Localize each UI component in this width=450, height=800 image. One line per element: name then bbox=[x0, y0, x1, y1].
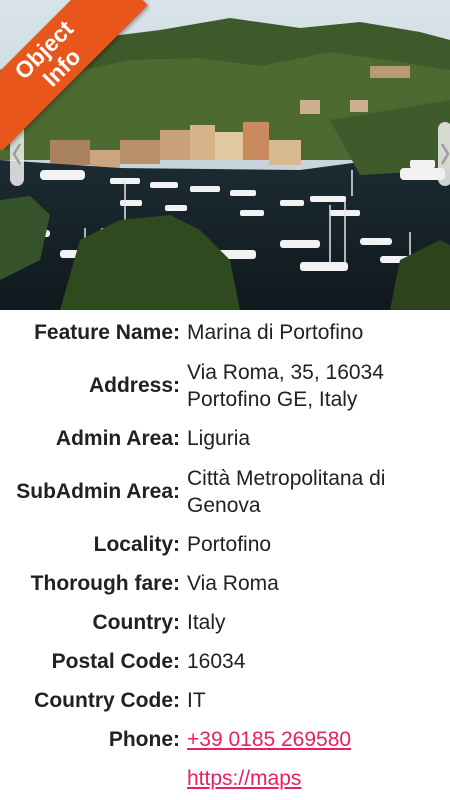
object-info-screen: Object Info Feature Name: Marina di Port… bbox=[0, 0, 450, 800]
object-info-ribbon: Object Info bbox=[0, 0, 148, 150]
row-locality: Locality: Portofino bbox=[0, 525, 450, 564]
postal-code-label: Postal Code: bbox=[51, 650, 180, 673]
country-label: Country: bbox=[92, 611, 181, 634]
row-address: Address: Via Roma, 35, 16034 Portofino G… bbox=[0, 352, 450, 419]
subadmin-area-value: Città Metropolitana di Genova bbox=[187, 466, 386, 517]
chevron-right-icon bbox=[440, 143, 450, 165]
admin-area-value: Liguria bbox=[187, 427, 251, 450]
thorough-fare-label: Thorough fare: bbox=[30, 572, 180, 595]
row-admin-area: Admin Area: Liguria bbox=[0, 419, 450, 458]
next-photo-button[interactable] bbox=[438, 122, 450, 186]
phone-label: Phone: bbox=[108, 728, 180, 751]
country-value: Italy bbox=[187, 611, 226, 634]
hero-photo[interactable]: Object Info bbox=[0, 0, 450, 310]
country-code-label: Country Code: bbox=[34, 689, 180, 712]
row-postal-code: Postal Code: 16034 bbox=[0, 642, 450, 681]
address-value: Via Roma, 35, 16034 Portofino GE, Italy bbox=[187, 360, 384, 411]
feature-name-label: Feature Name: bbox=[34, 321, 180, 344]
phone-link[interactable]: +39 0185 269580 bbox=[180, 726, 450, 753]
row-feature-name: Feature Name: Marina di Portofino bbox=[0, 313, 450, 352]
object-info-table: Feature Name: Marina di Portofino Addres… bbox=[0, 313, 450, 798]
feature-name-value: Marina di Portofino bbox=[187, 321, 364, 344]
locality-value: Portofino bbox=[187, 533, 272, 556]
row-phone: Phone: +39 0185 269580 bbox=[0, 720, 450, 759]
row-website: https://maps bbox=[0, 759, 450, 798]
postal-code-value: 16034 bbox=[187, 650, 246, 673]
locality-label: Locality: bbox=[93, 533, 180, 556]
admin-area-label: Admin Area: bbox=[55, 427, 180, 450]
row-subadmin-area: SubAdmin Area: Città Metropolitana di Ge… bbox=[0, 458, 450, 525]
subadmin-area-label: SubAdmin Area: bbox=[16, 480, 180, 503]
row-country-code: Country Code: IT bbox=[0, 681, 450, 720]
country-code-value: IT bbox=[187, 689, 206, 712]
thorough-fare-value: Via Roma bbox=[187, 572, 279, 595]
website-link[interactable]: https://maps bbox=[180, 765, 450, 792]
object-info-banner: Object Info bbox=[0, 0, 150, 150]
address-label: Address: bbox=[88, 374, 180, 397]
row-thorough-fare: Thorough fare: Via Roma bbox=[0, 564, 450, 603]
row-country: Country: Italy bbox=[0, 603, 450, 642]
